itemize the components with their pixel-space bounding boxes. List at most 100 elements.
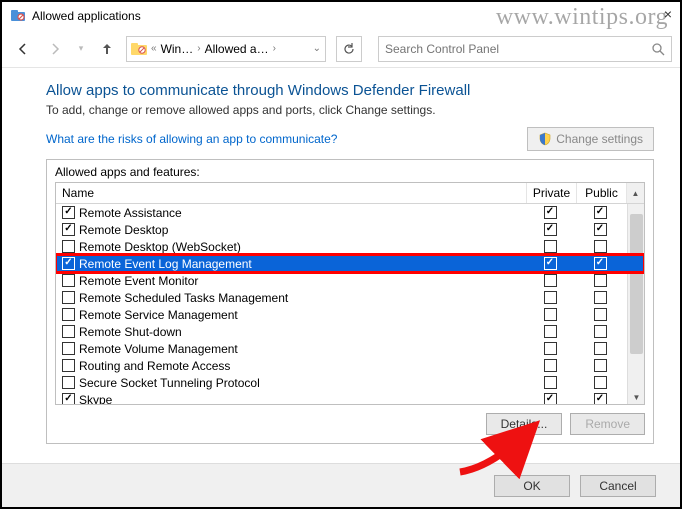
allowed-apps-panel: Allowed apps and features: Name Private …: [46, 159, 654, 444]
row-public-checkbox[interactable]: [594, 274, 607, 287]
panel-label: Allowed apps and features:: [47, 160, 653, 182]
scroll-up-arrow[interactable]: ▲: [627, 183, 644, 203]
row-public-checkbox[interactable]: [594, 359, 607, 372]
table-row[interactable]: Remote Volume Management: [56, 340, 644, 357]
table-row[interactable]: Remote Service Management: [56, 306, 644, 323]
table-row[interactable]: Remote Shut-down: [56, 323, 644, 340]
row-public-checkbox[interactable]: [594, 223, 607, 236]
search-input[interactable]: [385, 42, 651, 56]
row-enable-checkbox[interactable]: [62, 308, 75, 321]
row-enable-checkbox[interactable]: [62, 291, 75, 304]
page-title: Allow apps to communicate through Window…: [46, 82, 654, 99]
table-row[interactable]: Routing and Remote Access: [56, 357, 644, 374]
row-enable-checkbox[interactable]: [62, 240, 75, 253]
col-private[interactable]: Private: [527, 183, 577, 203]
row-public-checkbox[interactable]: [594, 393, 607, 404]
row-name: Routing and Remote Access: [79, 359, 527, 373]
col-public[interactable]: Public: [577, 183, 627, 203]
table-row[interactable]: Remote Event Log Management: [56, 255, 644, 272]
row-name: Remote Volume Management: [79, 342, 527, 356]
up-button[interactable]: [94, 36, 120, 62]
table-row[interactable]: Remote Assistance: [56, 204, 644, 221]
col-name[interactable]: Name: [56, 183, 527, 203]
row-public-checkbox[interactable]: [594, 240, 607, 253]
risks-link[interactable]: What are the risks of allowing an app to…: [46, 132, 337, 146]
row-private-checkbox[interactable]: [544, 206, 557, 219]
app-icon: [10, 8, 26, 24]
recent-dropdown[interactable]: ▾: [74, 36, 88, 62]
row-name: Remote Event Monitor: [79, 274, 527, 288]
change-settings-button[interactable]: Change settings: [527, 127, 654, 151]
row-private-checkbox[interactable]: [544, 393, 557, 404]
page-subtitle: To add, change or remove allowed apps an…: [46, 103, 654, 117]
chevron-down-icon[interactable]: ⌄: [313, 43, 321, 54]
close-icon[interactable]: ×: [664, 6, 672, 22]
ok-button[interactable]: OK: [494, 475, 570, 497]
shield-icon: [538, 132, 552, 146]
refresh-button[interactable]: [336, 36, 362, 62]
row-public-checkbox[interactable]: [594, 342, 607, 355]
row-private-checkbox[interactable]: [544, 291, 557, 304]
row-private-checkbox[interactable]: [544, 359, 557, 372]
details-button[interactable]: Details...: [486, 413, 563, 435]
row-private-checkbox[interactable]: [544, 223, 557, 236]
main-content: Allow apps to communicate through Window…: [2, 68, 680, 444]
row-name: Skype: [79, 393, 527, 405]
row-enable-checkbox[interactable]: [62, 359, 75, 372]
row-enable-checkbox[interactable]: [62, 342, 75, 355]
table-row[interactable]: Skype: [56, 391, 644, 404]
scrollbar[interactable]: ▼: [627, 204, 644, 404]
scroll-thumb[interactable]: [630, 214, 643, 354]
row-name: Remote Event Log Management: [79, 257, 527, 271]
row-enable-checkbox[interactable]: [62, 393, 75, 404]
row-enable-checkbox[interactable]: [62, 325, 75, 338]
row-enable-checkbox[interactable]: [62, 274, 75, 287]
row-enable-checkbox[interactable]: [62, 206, 75, 219]
row-private-checkbox[interactable]: [544, 342, 557, 355]
chevron-left-icon: «: [151, 43, 157, 54]
breadcrumb-seg2[interactable]: Allowed a…: [205, 42, 269, 56]
chevron-right-icon: ›: [197, 43, 200, 54]
row-name: Remote Shut-down: [79, 325, 527, 339]
row-private-checkbox[interactable]: [544, 308, 557, 321]
list-body: ▼ Remote Assistance Remote Desktop Remote …: [56, 204, 644, 404]
row-public-checkbox[interactable]: [594, 257, 607, 270]
breadcrumb-seg1[interactable]: Win…: [161, 42, 194, 56]
table-row[interactable]: Remote Desktop (WebSocket): [56, 238, 644, 255]
row-private-checkbox[interactable]: [544, 274, 557, 287]
navbar: ▾ « Win… › Allowed a… › ⌄: [2, 30, 680, 68]
row-public-checkbox[interactable]: [594, 325, 607, 338]
chevron-right-icon: ›: [273, 43, 276, 54]
table-row[interactable]: Remote Desktop: [56, 221, 644, 238]
row-private-checkbox[interactable]: [544, 376, 557, 389]
row-public-checkbox[interactable]: [594, 291, 607, 304]
cancel-button[interactable]: Cancel: [580, 475, 656, 497]
row-name: Remote Desktop: [79, 223, 527, 237]
remove-button[interactable]: Remove: [570, 413, 645, 435]
folder-icon: [131, 42, 147, 56]
row-private-checkbox[interactable]: [544, 257, 557, 270]
row-public-checkbox[interactable]: [594, 376, 607, 389]
list-header: Name Private Public ▲: [56, 183, 644, 204]
table-row[interactable]: Remote Scheduled Tasks Management: [56, 289, 644, 306]
table-row[interactable]: Remote Event Monitor: [56, 272, 644, 289]
row-public-checkbox[interactable]: [594, 206, 607, 219]
row-private-checkbox[interactable]: [544, 240, 557, 253]
back-button[interactable]: [10, 36, 36, 62]
row-name: Remote Desktop (WebSocket): [79, 240, 527, 254]
row-name: Remote Service Management: [79, 308, 527, 322]
row-private-checkbox[interactable]: [544, 325, 557, 338]
titlebar: Allowed applications: [2, 2, 680, 30]
row-enable-checkbox[interactable]: [62, 223, 75, 236]
breadcrumb[interactable]: « Win… › Allowed a… › ⌄: [126, 36, 326, 62]
row-enable-checkbox[interactable]: [62, 257, 75, 270]
window-title: Allowed applications: [32, 9, 672, 23]
row-public-checkbox[interactable]: [594, 308, 607, 321]
row-name: Remote Scheduled Tasks Management: [79, 291, 527, 305]
search-box[interactable]: [378, 36, 672, 62]
forward-button[interactable]: [42, 36, 68, 62]
row-enable-checkbox[interactable]: [62, 376, 75, 389]
row-name: Remote Assistance: [79, 206, 527, 220]
scroll-down-arrow[interactable]: ▼: [628, 390, 644, 404]
table-row[interactable]: Secure Socket Tunneling Protocol: [56, 374, 644, 391]
